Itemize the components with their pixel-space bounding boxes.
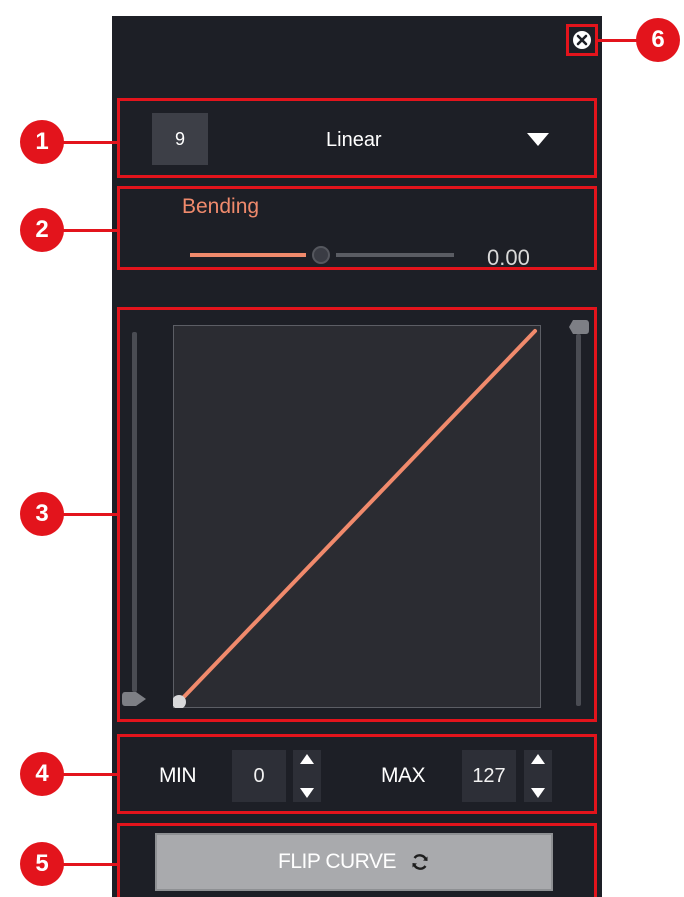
close-icon [573, 31, 591, 49]
input-range-slider[interactable] [122, 332, 146, 708]
bending-slider-fill [190, 253, 306, 257]
max-label: MAX [381, 764, 426, 787]
min-label: MIN [159, 764, 197, 787]
callout-2: 2 [20, 208, 64, 252]
decrement-arrow-icon[interactable] [300, 788, 314, 798]
input-range-handle-icon[interactable] [122, 692, 146, 706]
callout-3: 3 [20, 492, 64, 536]
increment-arrow-icon[interactable] [531, 754, 545, 764]
min-value-field[interactable]: 0 [232, 750, 286, 802]
flip-curve-button[interactable]: FLIP CURVE [155, 833, 553, 891]
dropdown-arrow-icon[interactable] [527, 133, 549, 146]
preset-dropdown-value[interactable]: Linear [326, 129, 382, 152]
input-range-track [132, 332, 137, 692]
bending-label: Bending [182, 195, 260, 218]
output-range-slider[interactable] [569, 320, 589, 708]
callout-2-leader [60, 229, 118, 232]
callout-6-leader [597, 39, 637, 42]
increment-arrow-icon[interactable] [300, 754, 314, 764]
callout-4: 4 [20, 752, 64, 796]
max-value-field[interactable]: 127 [462, 750, 516, 802]
bending-slider-track [336, 253, 454, 257]
flip-curve-label: FLIP CURVE [278, 850, 396, 873]
callout-5-leader [60, 863, 118, 866]
callout-4-leader [60, 773, 118, 776]
min-stepper[interactable] [293, 750, 321, 802]
callout-1: 1 [20, 120, 64, 164]
output-range-handle-icon[interactable] [569, 320, 589, 334]
bending-value: 0.00 [487, 245, 530, 270]
output-range-track [576, 334, 581, 706]
callout-3-leader [60, 513, 118, 516]
curve-graph[interactable] [173, 325, 541, 708]
bending-slider[interactable] [190, 246, 454, 264]
curve-line [177, 329, 537, 704]
close-button[interactable] [566, 24, 598, 56]
curve-plot [173, 329, 537, 708]
callout-5: 5 [20, 842, 64, 886]
max-stepper[interactable] [524, 750, 552, 802]
preset-number[interactable]: 9 [152, 113, 208, 165]
refresh-icon [412, 854, 428, 870]
bending-slider-thumb[interactable] [312, 246, 330, 264]
callout-1-leader [60, 141, 118, 144]
callout-6: 6 [636, 18, 680, 62]
decrement-arrow-icon[interactable] [531, 788, 545, 798]
